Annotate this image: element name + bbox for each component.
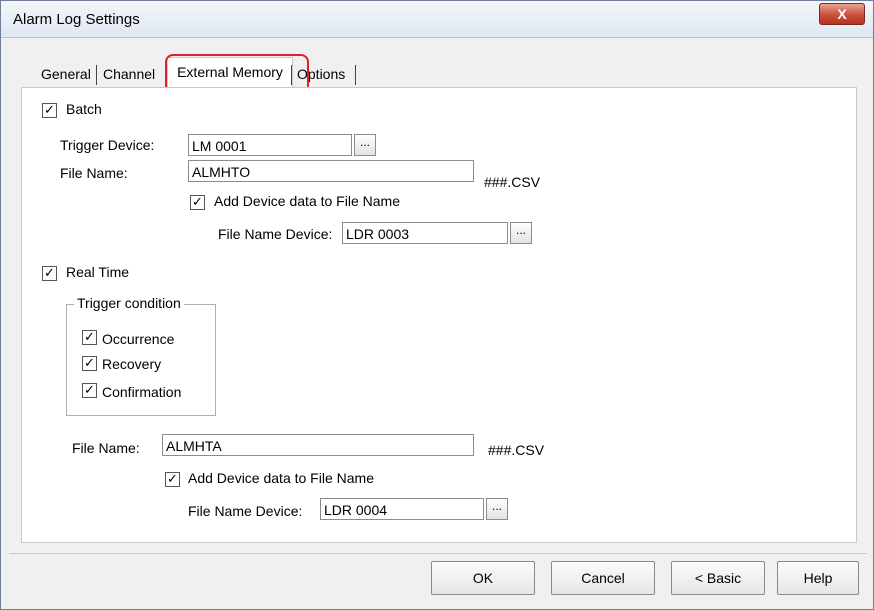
- batch-file-name-device-label: File Name Device:: [218, 226, 333, 242]
- batch-label: Batch: [66, 101, 102, 117]
- tab-separator: [355, 65, 356, 85]
- batch-add-device-checkbox[interactable]: ✓: [190, 195, 205, 210]
- rt-add-device-checkbox[interactable]: ✓: [165, 472, 180, 487]
- cancel-button[interactable]: Cancel: [551, 561, 655, 595]
- batch-add-device-label: Add Device data to File Name: [214, 193, 400, 209]
- rt-file-name-device-browse-button[interactable]: ...: [486, 498, 508, 520]
- batch-file-name-input[interactable]: ALMHTO: [188, 160, 474, 182]
- footer-separator: [9, 553, 867, 554]
- real-time-checkbox[interactable]: ✓: [42, 266, 57, 281]
- ok-button[interactable]: OK: [431, 561, 535, 595]
- help-button[interactable]: Help: [777, 561, 859, 595]
- rt-file-name-label: File Name:: [72, 440, 140, 456]
- basic-button[interactable]: < Basic: [671, 561, 765, 595]
- trigger-device-browse-button[interactable]: ...: [354, 134, 376, 156]
- occurrence-checkbox[interactable]: ✓: [82, 330, 97, 345]
- rt-file-suffix: ###.CSV: [488, 442, 545, 458]
- batch-file-name-device-browse-button[interactable]: ...: [510, 222, 532, 244]
- rt-file-name-input[interactable]: ALMHTA: [162, 434, 474, 456]
- tab-general[interactable]: General: [39, 61, 93, 87]
- window-title: Alarm Log Settings: [13, 11, 140, 28]
- recovery-checkbox[interactable]: ✓: [82, 356, 97, 371]
- rt-add-device-label: Add Device data to File Name: [188, 470, 374, 486]
- tab-channel[interactable]: Channel: [101, 61, 157, 87]
- close-icon: X: [837, 6, 847, 22]
- title-bar: Alarm Log Settings X: [1, 1, 873, 38]
- tab-separator: [96, 65, 97, 85]
- real-time-label: Real Time: [66, 264, 130, 280]
- trigger-condition-title: Trigger condition: [74, 295, 184, 311]
- file-name-label: File Name:: [60, 165, 128, 181]
- batch-checkbox[interactable]: ✓: [42, 103, 57, 118]
- recovery-label: Recovery: [102, 356, 162, 372]
- external-memory-panel: ✓ Batch Trigger Device: LM 0001 ... File…: [21, 87, 857, 543]
- rt-file-name-device-input[interactable]: LDR 0004: [320, 498, 484, 520]
- batch-file-name-device-input[interactable]: LDR 0003: [342, 222, 508, 244]
- alarm-log-settings-dialog: Alarm Log Settings X General Channel Ext…: [0, 0, 874, 610]
- trigger-device-input[interactable]: LM 0001: [188, 134, 352, 156]
- close-button[interactable]: X: [819, 3, 865, 25]
- rt-file-name-device-label: File Name Device:: [188, 503, 303, 519]
- confirmation-label: Confirmation: [102, 384, 182, 400]
- occurrence-label: Occurrence: [102, 331, 175, 347]
- batch-file-suffix: ###.CSV: [484, 174, 541, 190]
- trigger-device-label: Trigger Device:: [60, 137, 155, 153]
- confirmation-checkbox[interactable]: ✓: [82, 383, 97, 398]
